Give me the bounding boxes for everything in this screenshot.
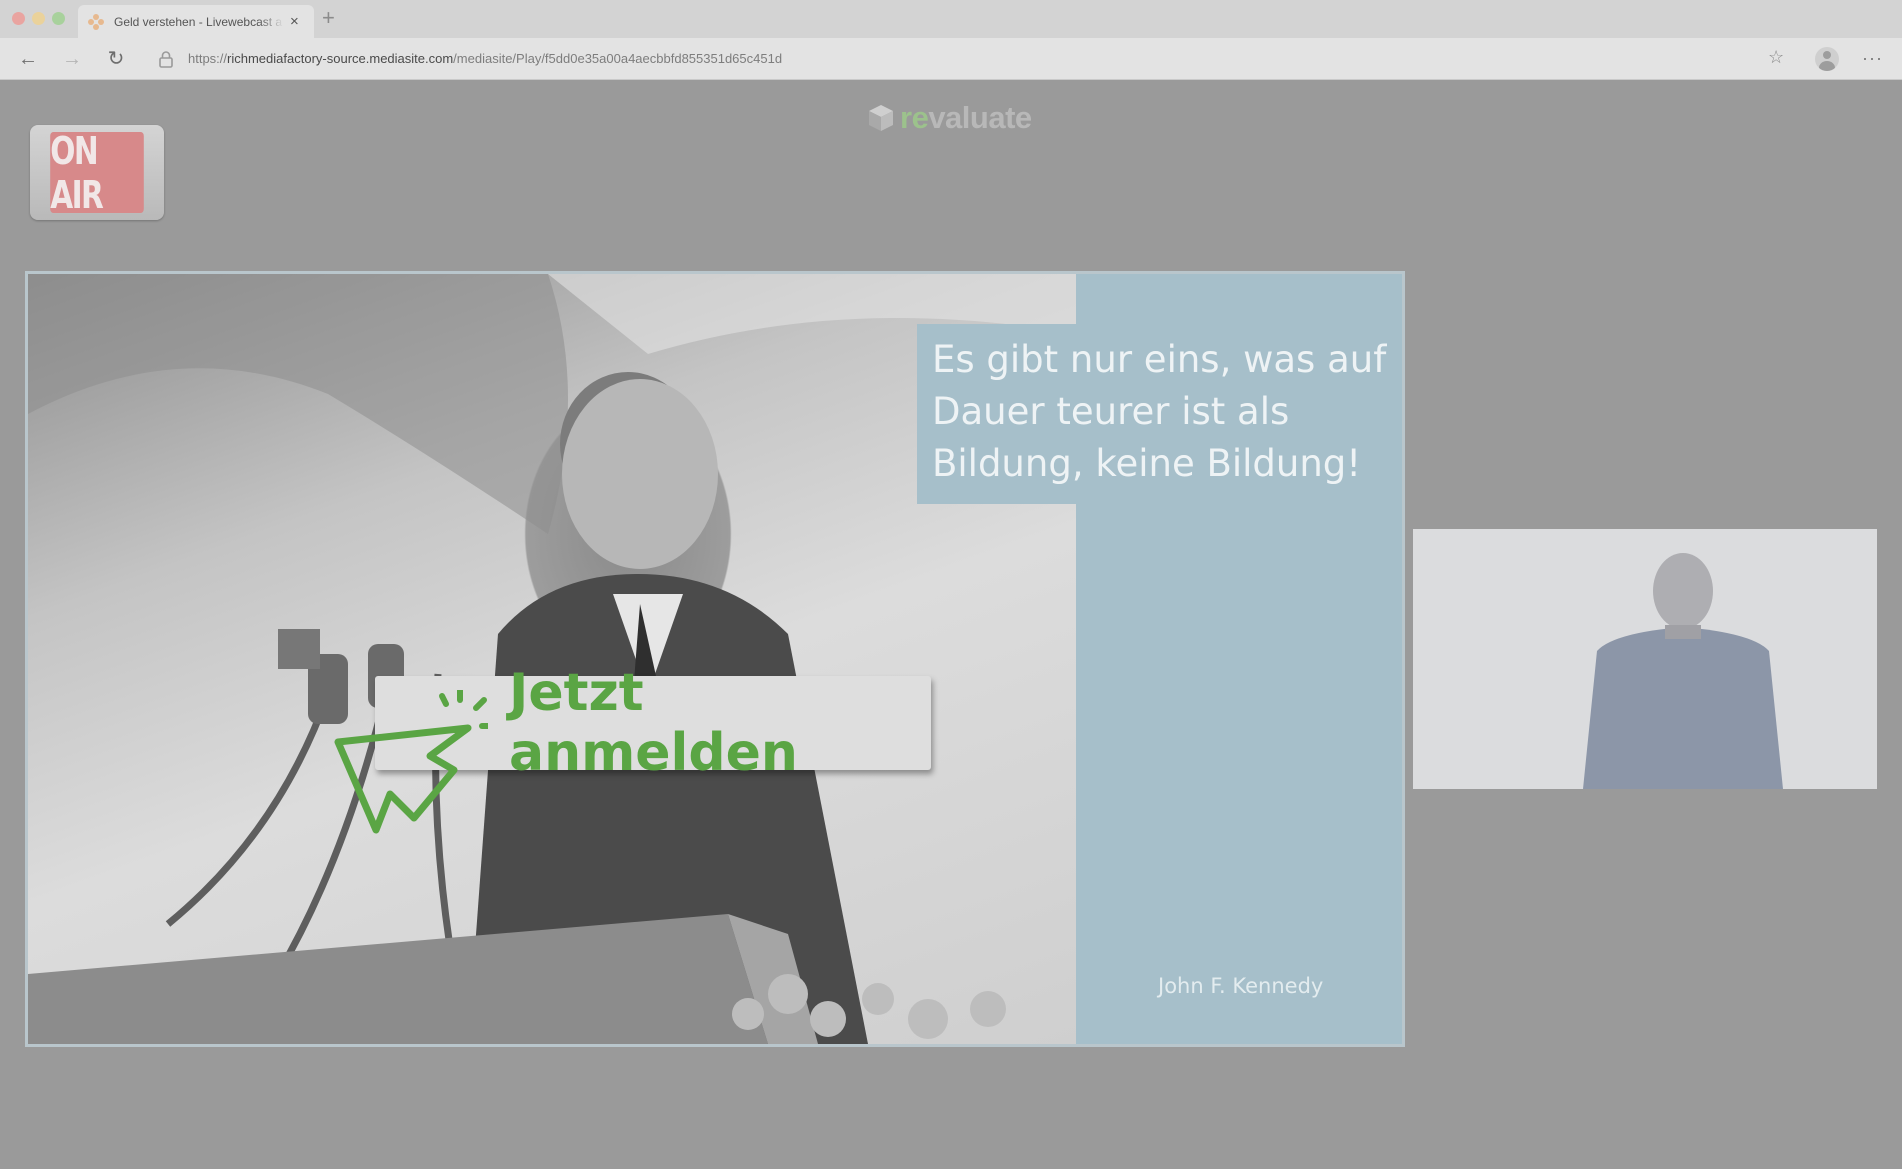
register-now-label: Jetzt anmelden xyxy=(509,663,798,783)
browser-toolbar: ← → ↻ https://richmediafactory-source.me… xyxy=(0,38,1902,80)
quote-author: John F. Kennedy xyxy=(1158,974,1324,998)
url-scheme: https:// xyxy=(188,51,228,66)
on-air-label: ON AIR xyxy=(50,129,144,217)
logo-wordmark: revaluate xyxy=(900,100,1032,135)
address-bar[interactable]: https://richmediafactory-source.mediasit… xyxy=(188,51,782,66)
browser-tab-active[interactable]: Geld verstehen - Livewebcast a × xyxy=(78,5,314,38)
window-zoom-button[interactable] xyxy=(52,12,65,25)
tab-close-icon[interactable]: × xyxy=(290,14,299,29)
favicon-icon xyxy=(88,13,104,30)
more-menu-icon[interactable]: ··· xyxy=(1862,48,1883,69)
account-icon[interactable] xyxy=(1815,47,1839,71)
tab-title: Geld verstehen - Livewebcast a xyxy=(114,14,283,29)
new-tab-button[interactable]: + xyxy=(322,7,335,29)
url-host: richmediafactory-source.mediasite.com xyxy=(227,51,454,66)
revaluate-logo[interactable]: revaluate xyxy=(868,100,1032,136)
window-close-button[interactable] xyxy=(12,12,25,25)
presentation-slide: Es gibt nur eins, was auf Dauer teurer i… xyxy=(25,271,1405,1047)
bookmark-star-icon[interactable]: ☆ xyxy=(1768,47,1784,68)
cube-logo-icon xyxy=(869,105,893,131)
browser-tab-bar: Geld verstehen - Livewebcast a × + xyxy=(0,0,1902,38)
url-path: /mediasite/Play/f5dd0e35a00a4aecbbfd8553… xyxy=(453,51,783,66)
reload-button[interactable]: ↻ xyxy=(104,47,128,71)
click-cursor-icon xyxy=(334,690,488,834)
forward-button[interactable]: → xyxy=(60,47,84,71)
window-minimize-button[interactable] xyxy=(32,12,45,25)
lock-icon[interactable] xyxy=(158,50,174,68)
back-button[interactable]: ← xyxy=(16,47,40,71)
presenter-figure xyxy=(1583,553,1783,789)
presenter-video[interactable] xyxy=(1413,529,1877,789)
quote-text: Es gibt nur eins, was auf Dauer teurer i… xyxy=(932,338,1387,485)
on-air-sign: ON AIR xyxy=(30,125,164,220)
